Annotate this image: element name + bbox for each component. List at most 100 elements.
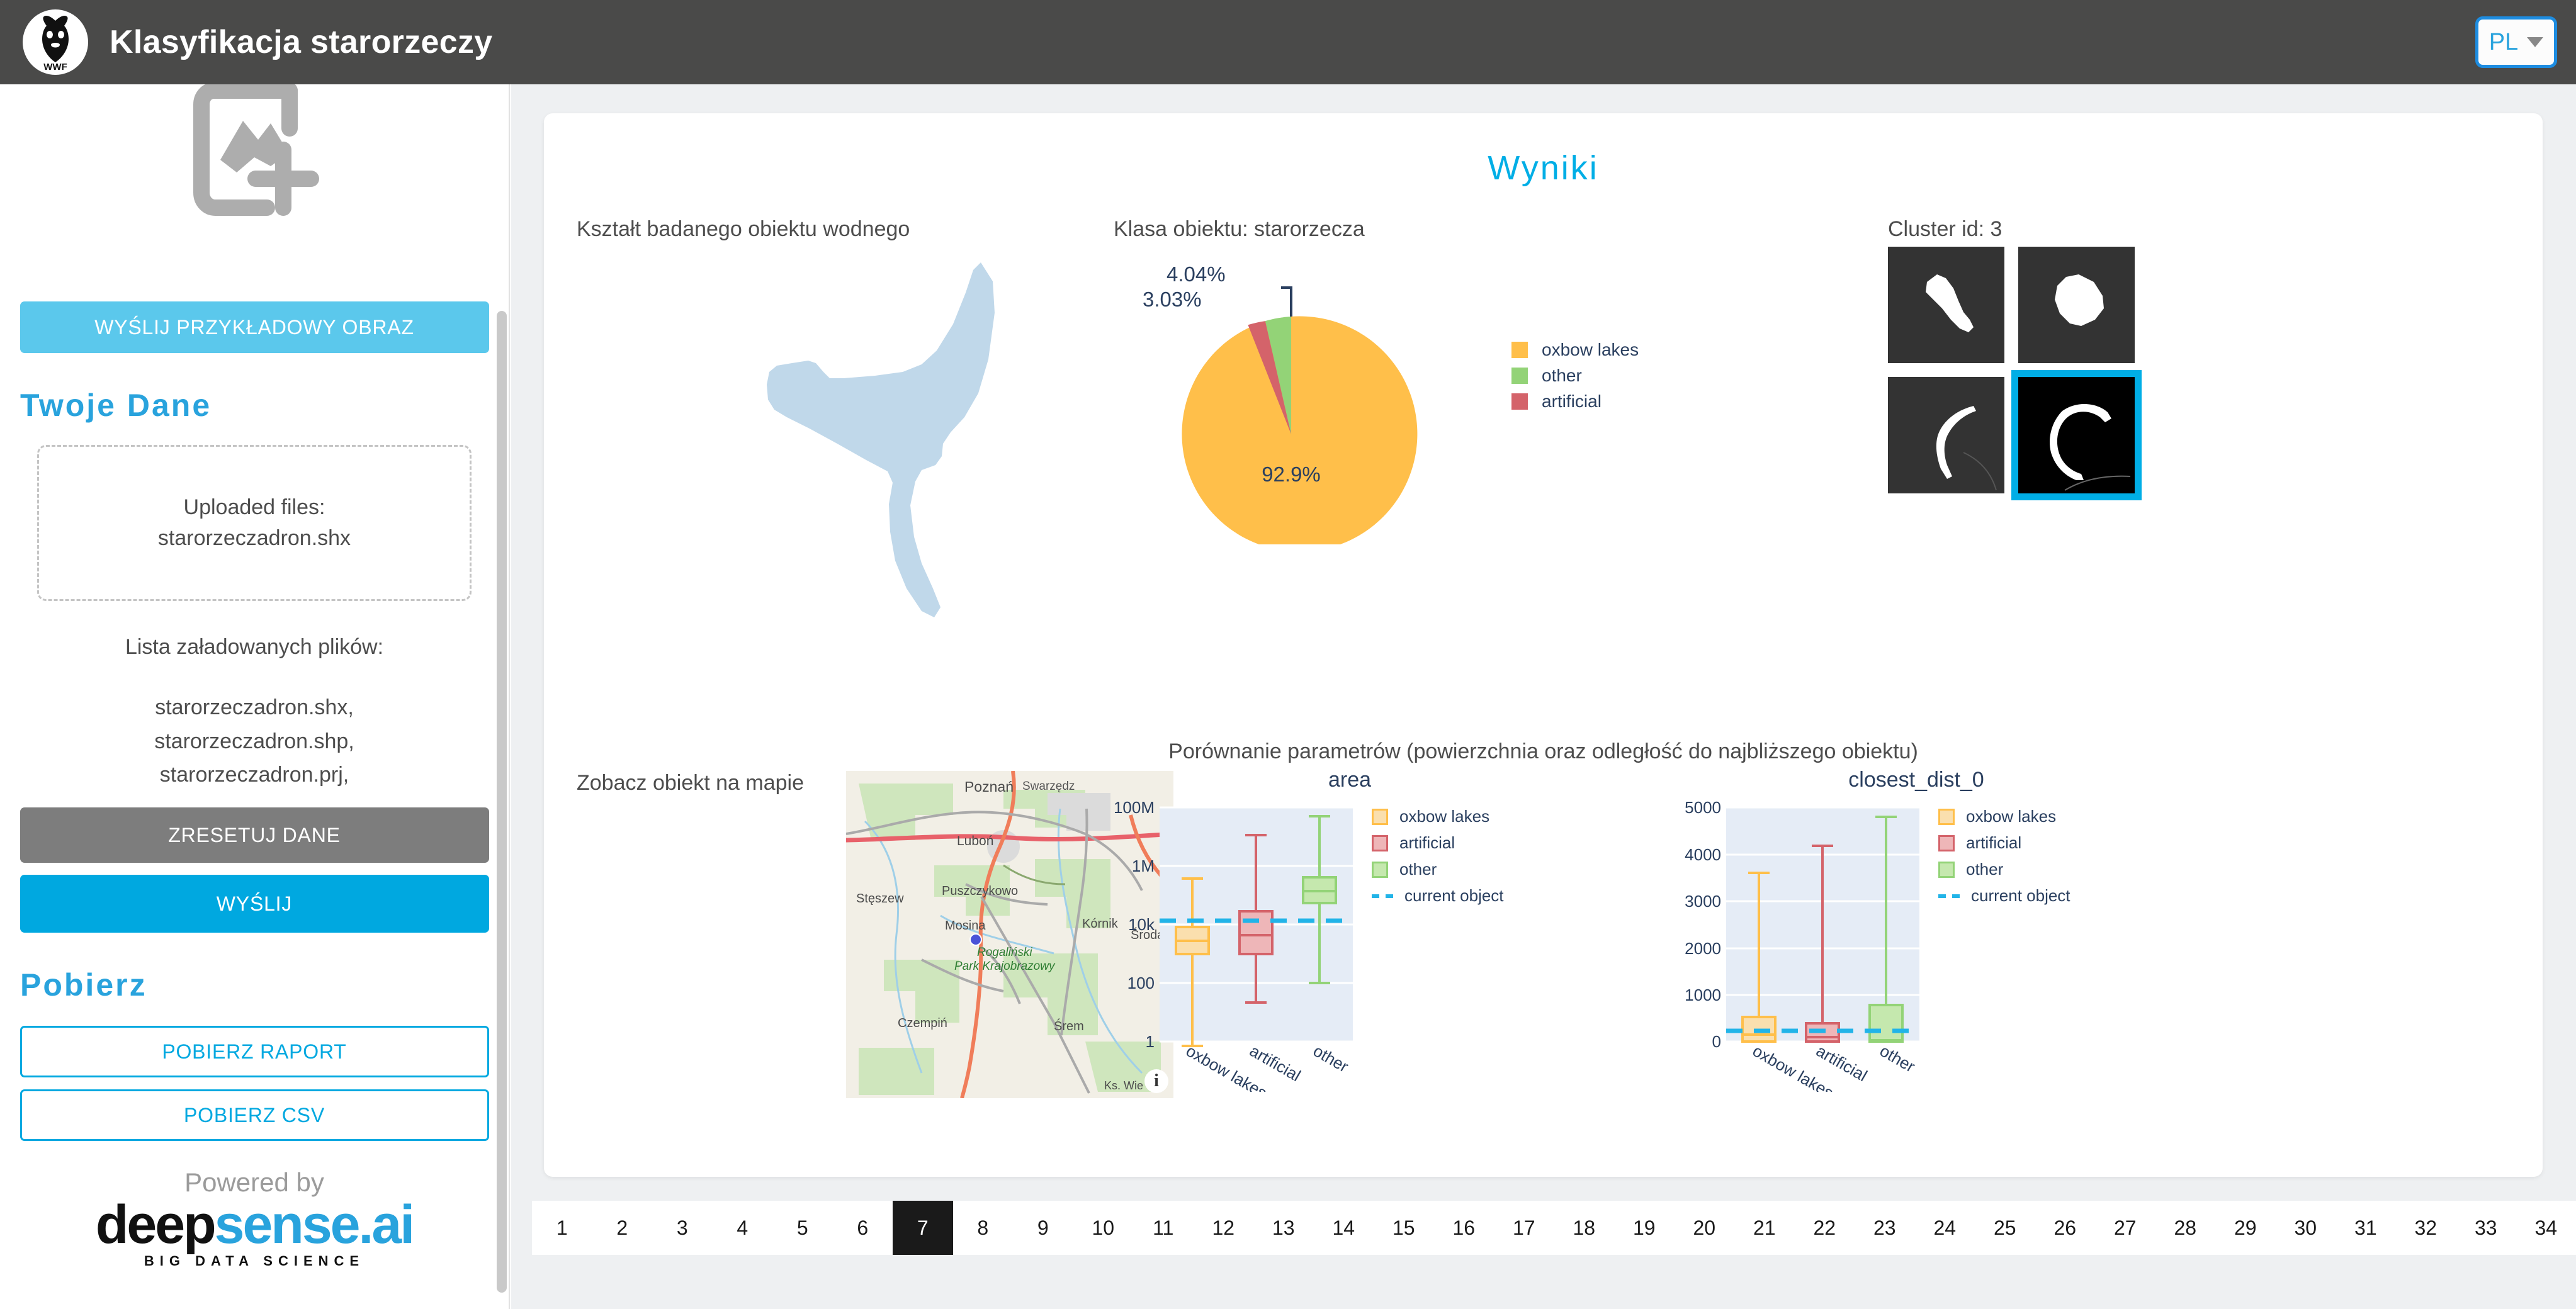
map-location-marker <box>969 933 982 946</box>
page-13[interactable]: 13 <box>1253 1201 1314 1255</box>
legend-label: other <box>1399 860 1437 879</box>
legend-swatch-oxbow <box>1372 808 1388 825</box>
page-6[interactable]: 6 <box>833 1201 893 1255</box>
download-csv-button[interactable]: POBIERZ CSV <box>20 1089 489 1142</box>
legend-swatch-other <box>1511 368 1528 384</box>
legend-item[interactable]: artificial <box>1938 833 2070 853</box>
page-title: Klasyfikacja starorzeczy <box>110 24 493 60</box>
dropzone[interactable]: Uploaded files: starorzeczadron.shx <box>37 445 472 601</box>
legend-swatch-other <box>1938 861 1955 878</box>
page-33[interactable]: 33 <box>2456 1201 2516 1255</box>
brand-part-3: .ai <box>358 1194 415 1256</box>
cluster-panel-label: Cluster id: 3 <box>1888 217 2003 241</box>
page-22[interactable]: 22 <box>1795 1201 1855 1255</box>
main-content: Wyniki Kształt badanego obiektu wodnego … <box>511 84 2576 1250</box>
reset-data-button[interactable]: ZRESETUJ DANE <box>20 807 489 863</box>
powered-by-label: Powered by <box>184 1167 324 1198</box>
page-11[interactable]: 11 <box>1133 1201 1194 1255</box>
legend-label: oxbow lakes <box>1542 340 1639 359</box>
page-18[interactable]: 18 <box>1554 1201 1615 1255</box>
page-1[interactable]: 1 <box>532 1201 592 1255</box>
svg-text:1M: 1M <box>1132 857 1155 875</box>
pie-label-oxbow: 92.9% <box>1262 463 1321 486</box>
submit-button[interactable]: WYŚLIJ <box>20 875 489 933</box>
list-item: starorzeczadron.prj, <box>159 763 349 787</box>
svg-text:other: other <box>1310 1041 1352 1076</box>
area-boxplot: area 100M 1M 10k 100 1 oxbow lakes artif… <box>1110 768 1589 1103</box>
page-4[interactable]: 4 <box>713 1201 773 1255</box>
compare-caption: Porównanie parametrów (powierzchnia oraz… <box>1168 739 1918 763</box>
cluster-thumb-1[interactable] <box>1888 247 2004 363</box>
legend-item[interactable]: current object <box>1372 886 1504 906</box>
map-label-srem: Śrem <box>1054 1020 1084 1033</box>
page-16[interactable]: 16 <box>1434 1201 1494 1255</box>
page-31[interactable]: 31 <box>2336 1201 2396 1255</box>
language-selector[interactable]: PL <box>2475 16 2557 68</box>
svg-text:2000: 2000 <box>1685 939 1721 958</box>
legend-swatch-artificial <box>1372 834 1388 851</box>
cluster-thumb-2[interactable] <box>2018 247 2135 363</box>
upload-example-button[interactable]: WYŚLIJ PRZYKŁADOWY OBRAZ <box>20 301 489 353</box>
page-27[interactable]: 27 <box>2095 1201 2155 1255</box>
map-label-steszew: Stęszew <box>856 892 904 906</box>
page-14[interactable]: 14 <box>1314 1201 1374 1255</box>
legend-swatch-oxbow <box>1511 342 1528 358</box>
brand-part-1: deep <box>95 1194 217 1256</box>
page-7[interactable]: 7 <box>893 1201 953 1255</box>
page-8[interactable]: 8 <box>953 1201 1014 1255</box>
map-label-rogalinski: Rogaliński <box>977 946 1032 959</box>
legend-item[interactable]: other <box>1938 860 2070 879</box>
cluster-thumb-3[interactable] <box>1888 377 2004 493</box>
legend-dash-current-object <box>1372 894 1393 898</box>
legend-item[interactable]: current object <box>1938 886 2070 906</box>
page-12[interactable]: 12 <box>1194 1201 1254 1255</box>
cluster-thumbnails <box>1888 247 2142 507</box>
page-9[interactable]: 9 <box>1013 1201 1073 1255</box>
svg-text:100M: 100M <box>1114 798 1155 817</box>
sidebar-scrollbar[interactable] <box>497 311 507 1293</box>
legend-dash-current-object <box>1938 894 1960 898</box>
legend-item[interactable]: oxbow lakes <box>1372 807 1504 826</box>
page-10[interactable]: 10 <box>1073 1201 1134 1255</box>
page-5[interactable]: 5 <box>772 1201 833 1255</box>
list-item: starorzeczadron.shp, <box>154 729 354 753</box>
map-label-mosina: Mosina <box>945 919 986 933</box>
legend-label: current object <box>1971 886 2070 905</box>
svg-text:10k: 10k <box>1128 915 1155 934</box>
page-34[interactable]: 34 <box>2516 1201 2576 1255</box>
page-24[interactable]: 24 <box>1915 1201 1975 1255</box>
page-2[interactable]: 2 <box>592 1201 653 1255</box>
page-29[interactable]: 29 <box>2215 1201 2276 1255</box>
page-3[interactable]: 3 <box>652 1201 713 1255</box>
app-root: WWF Klasyfikacja starorzeczy PL WYŚLIJ P… <box>0 0 2576 1309</box>
legend-item[interactable]: other <box>1511 366 1639 386</box>
legend-label: artificial <box>1966 833 2022 852</box>
water-object-shape <box>714 255 1041 629</box>
page-26[interactable]: 26 <box>2035 1201 2096 1255</box>
legend-item[interactable]: oxbow lakes <box>1511 340 1639 360</box>
page-15[interactable]: 15 <box>1374 1201 1434 1255</box>
page-23[interactable]: 23 <box>1855 1201 1915 1255</box>
page-28[interactable]: 28 <box>2155 1201 2216 1255</box>
page-17[interactable]: 17 <box>1494 1201 1554 1255</box>
download-report-button[interactable]: POBIERZ RAPORT <box>20 1026 489 1078</box>
map-label-lubon: Luboń <box>957 834 994 848</box>
legend-item[interactable]: other <box>1372 860 1504 879</box>
closest-dist-boxplot: closest_dist_0 5000 4000 3000 2000 1000 … <box>1677 768 2155 1103</box>
legend-item[interactable]: artificial <box>1511 391 1639 412</box>
page-21[interactable]: 21 <box>1734 1201 1795 1255</box>
legend-item[interactable]: artificial <box>1372 833 1504 853</box>
files-list-label: Lista załadowanych plików: <box>125 635 384 659</box>
legend-item[interactable]: oxbow lakes <box>1938 807 2070 826</box>
page-30[interactable]: 30 <box>2276 1201 2336 1255</box>
class-pie-chart: 4.04% 3.03% 92.9% oxbow lakes other arti… <box>1114 255 1668 552</box>
map-label-poznan: Poznań <box>964 778 1014 795</box>
page-32[interactable]: 32 <box>2396 1201 2456 1255</box>
brand-tagline: BIG DATA SCIENCE <box>144 1253 365 1269</box>
cluster-thumb-4-selected[interactable] <box>2011 370 2142 500</box>
page-19[interactable]: 19 <box>1614 1201 1675 1255</box>
shape-panel-label: Kształt badanego obiektu wodnego <box>577 217 910 241</box>
page-20[interactable]: 20 <box>1675 1201 1735 1255</box>
svg-text:other: other <box>1877 1041 1919 1076</box>
page-25[interactable]: 25 <box>1975 1201 2035 1255</box>
